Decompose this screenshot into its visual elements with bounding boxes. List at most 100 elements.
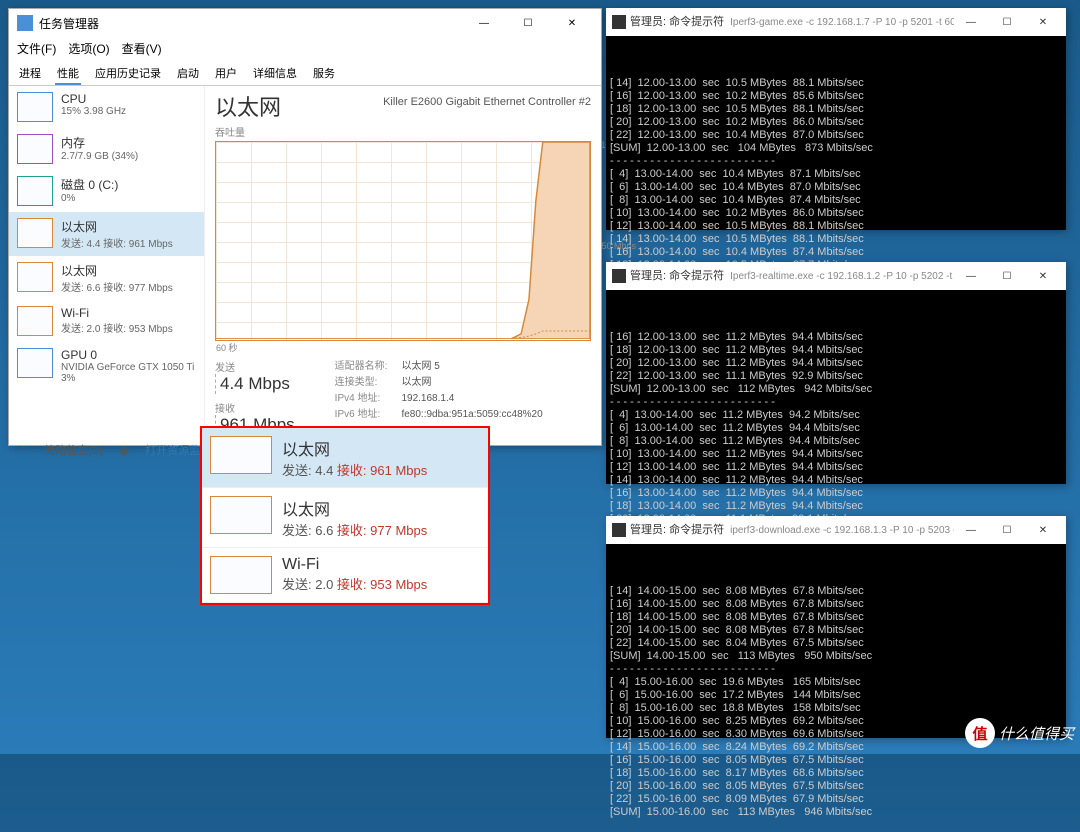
minimize-button[interactable]: — <box>463 13 505 33</box>
minimize-button[interactable]: — <box>954 520 988 540</box>
menu-item[interactable]: 选项(O) <box>68 40 109 57</box>
item-name: Wi-Fi <box>61 306 196 320</box>
item-sub: 发送: 4.4 接收: 961 Mbps <box>61 235 196 250</box>
monitor-icon: ◉ <box>120 444 130 457</box>
term-cmd: Iperf3-realtime.exe -c 192.168.1.2 -P 10… <box>730 270 954 283</box>
adapter-name: 以太网 <box>282 496 427 520</box>
thumb-icon <box>210 556 272 594</box>
maximize-button[interactable]: ☐ <box>507 13 549 33</box>
menu-bar: 文件(F) 选项(O) 查看(V) <box>9 37 601 60</box>
thumb-icon <box>17 218 53 248</box>
x-label: 60 秒 <box>216 341 238 354</box>
prop-row: 连接类型: 以太网 <box>335 375 543 391</box>
thumb-icon <box>17 176 53 206</box>
item-name: CPU <box>61 92 196 106</box>
item-sub: 0% <box>61 193 196 204</box>
menu-item[interactable]: 文件(F) <box>17 40 56 57</box>
sidebar-item[interactable]: 磁盘 0 (C:)0% <box>9 170 204 212</box>
perf-sidebar: CPU15% 3.98 GHz内存2.7/7.9 GB (34%)磁盘 0 (C… <box>9 86 205 436</box>
recv-label: 接收 <box>215 400 295 415</box>
term-title: 管理员: 命令提示符 <box>630 524 724 537</box>
watermark: 值什么值得买 <box>965 718 1074 748</box>
prop-row: IPv4 地址: 192.168.1.4 <box>335 391 543 407</box>
thumb-icon <box>17 262 53 292</box>
titlebar[interactable]: 任务管理器 — ☐ ✕ <box>9 9 601 37</box>
minimize-button[interactable]: — <box>954 266 988 286</box>
zoom-callout: 以太网发送: 4.4 接收: 961 Mbps以太网发送: 6.6 接收: 97… <box>200 426 490 605</box>
term-title: 管理员: 命令提示符 <box>630 270 724 283</box>
sidebar-item[interactable]: CPU15% 3.98 GHz <box>9 86 204 128</box>
task-manager-window: 任务管理器 — ☐ ✕ 文件(F) 选项(O) 查看(V) 进程性能应用历史记录启动… <box>8 8 602 446</box>
app-icon <box>17 15 33 31</box>
thumb-icon <box>17 306 53 336</box>
send-label: 发送 <box>215 359 295 374</box>
menu-item[interactable]: 查看(V) <box>122 40 162 57</box>
cmd-icon <box>612 269 626 283</box>
sidebar-item[interactable]: 内存2.7/7.9 GB (34%) <box>9 128 204 170</box>
chart-label: 吞吐量 <box>215 124 591 139</box>
close-button[interactable]: ✕ <box>1026 266 1060 286</box>
tab[interactable]: 用户 <box>213 63 239 85</box>
thumb-icon <box>210 436 272 474</box>
watermark-badge: 值 <box>965 718 995 748</box>
tab[interactable]: 性能 <box>55 63 81 85</box>
send-value: 4.4 Mbps <box>215 374 295 394</box>
thumb-icon <box>17 134 53 164</box>
maximize-button[interactable]: ☐ <box>990 266 1024 286</box>
tab[interactable]: 详细信息 <box>251 63 299 85</box>
term-title: 管理员: 命令提示符 <box>630 16 724 29</box>
prop-row: 适配器名称: 以太网 5 <box>335 359 543 375</box>
item-name: GPU 0 <box>61 348 196 362</box>
maximize-button[interactable]: ☐ <box>990 12 1024 32</box>
terminal-window-3[interactable]: 管理员: 命令提示符 iperf3-download.exe -c 192.168… <box>606 516 1066 738</box>
callout-row[interactable]: Wi-Fi发送: 2.0 接收: 953 Mbps <box>202 548 488 603</box>
item-sub: 发送: 6.6 接收: 977 Mbps <box>61 279 196 294</box>
item-name: 以太网 <box>61 218 196 235</box>
item-name: 以太网 <box>61 262 196 279</box>
fewer-details-link[interactable]: 简略信息(D) <box>44 442 103 458</box>
chevron-up-icon[interactable]: ⌃ <box>19 444 28 457</box>
window-controls: — ☐ ✕ <box>463 13 593 33</box>
tab[interactable]: 启动 <box>175 63 201 85</box>
item-sub: 15% 3.98 GHz <box>61 106 196 117</box>
item-name: 内存 <box>61 134 196 151</box>
tab[interactable]: 应用历史记录 <box>93 63 163 85</box>
maximize-button[interactable]: ☐ <box>990 520 1024 540</box>
thumb-icon <box>210 496 272 534</box>
perf-main: 以太网 Killer E2600 Gigabit Ethernet Contro… <box>205 86 601 436</box>
close-button[interactable]: ✕ <box>551 13 593 33</box>
item-sub: 发送: 2.0 接收: 953 Mbps <box>61 320 196 335</box>
terminal-window-2[interactable]: 管理员: 命令提示符 Iperf3-realtime.exe -c 192.168… <box>606 262 1066 484</box>
sidebar-item[interactable]: Wi-Fi发送: 2.0 接收: 953 Mbps <box>9 300 204 342</box>
term-cmd: Iperf3-game.exe -c 192.168.1.7 -P 10 -p … <box>730 16 954 29</box>
callout-row[interactable]: 以太网发送: 6.6 接收: 977 Mbps <box>202 488 488 548</box>
close-button[interactable]: ✕ <box>1026 520 1060 540</box>
minimize-button[interactable]: — <box>954 12 988 32</box>
throughput-chart: 100 Mbps 50 Mbps 60 秒 <box>215 141 591 341</box>
tab-bar: 进程性能应用历史记录启动用户详细信息服务 <box>9 60 601 86</box>
sidebar-item[interactable]: GPU 0NVIDIA GeForce GTX 1050 Ti 3% <box>9 342 204 390</box>
term-output: [ 14] 14.00-15.00 sec 8.08 MBytes 67.8 M… <box>610 585 1062 819</box>
thumb-icon <box>17 348 53 378</box>
sidebar-item[interactable]: 以太网发送: 6.6 接收: 977 Mbps <box>9 256 204 300</box>
cmd-icon <box>612 523 626 537</box>
cmd-icon <box>612 15 626 29</box>
tab[interactable]: 服务 <box>311 63 337 85</box>
sidebar-item[interactable]: 以太网发送: 4.4 接收: 961 Mbps <box>9 212 204 256</box>
adapter-stats: 发送: 2.0 接收: 953 Mbps <box>282 574 427 593</box>
close-button[interactable]: ✕ <box>1026 12 1060 32</box>
terminal-window-1[interactable]: 管理员: 命令提示符 Iperf3-game.exe -c 192.168.1.7… <box>606 8 1066 230</box>
tab[interactable]: 进程 <box>17 63 43 85</box>
adapter-name: Wi-Fi <box>282 556 427 574</box>
adapter-name: 以太网 <box>282 436 427 460</box>
adapter-stats: 发送: 6.6 接收: 977 Mbps <box>282 520 427 539</box>
term-cmd: iperf3-download.exe -c 192.168.1.3 -P 10… <box>730 524 954 537</box>
thumb-icon <box>17 92 53 122</box>
adapter-name: Killer E2600 Gigabit Ethernet Controller… <box>383 96 591 108</box>
item-sub: NVIDIA GeForce GTX 1050 Ti 3% <box>61 362 196 384</box>
callout-row[interactable]: 以太网发送: 4.4 接收: 961 Mbps <box>202 428 488 488</box>
prop-row: IPv6 地址: fe80::9dba:951a:5059:cc48%20 <box>335 407 543 423</box>
item-name: 磁盘 0 (C:) <box>61 176 196 193</box>
item-sub: 2.7/7.9 GB (34%) <box>61 151 196 162</box>
adapter-stats: 发送: 4.4 接收: 961 Mbps <box>282 460 427 479</box>
